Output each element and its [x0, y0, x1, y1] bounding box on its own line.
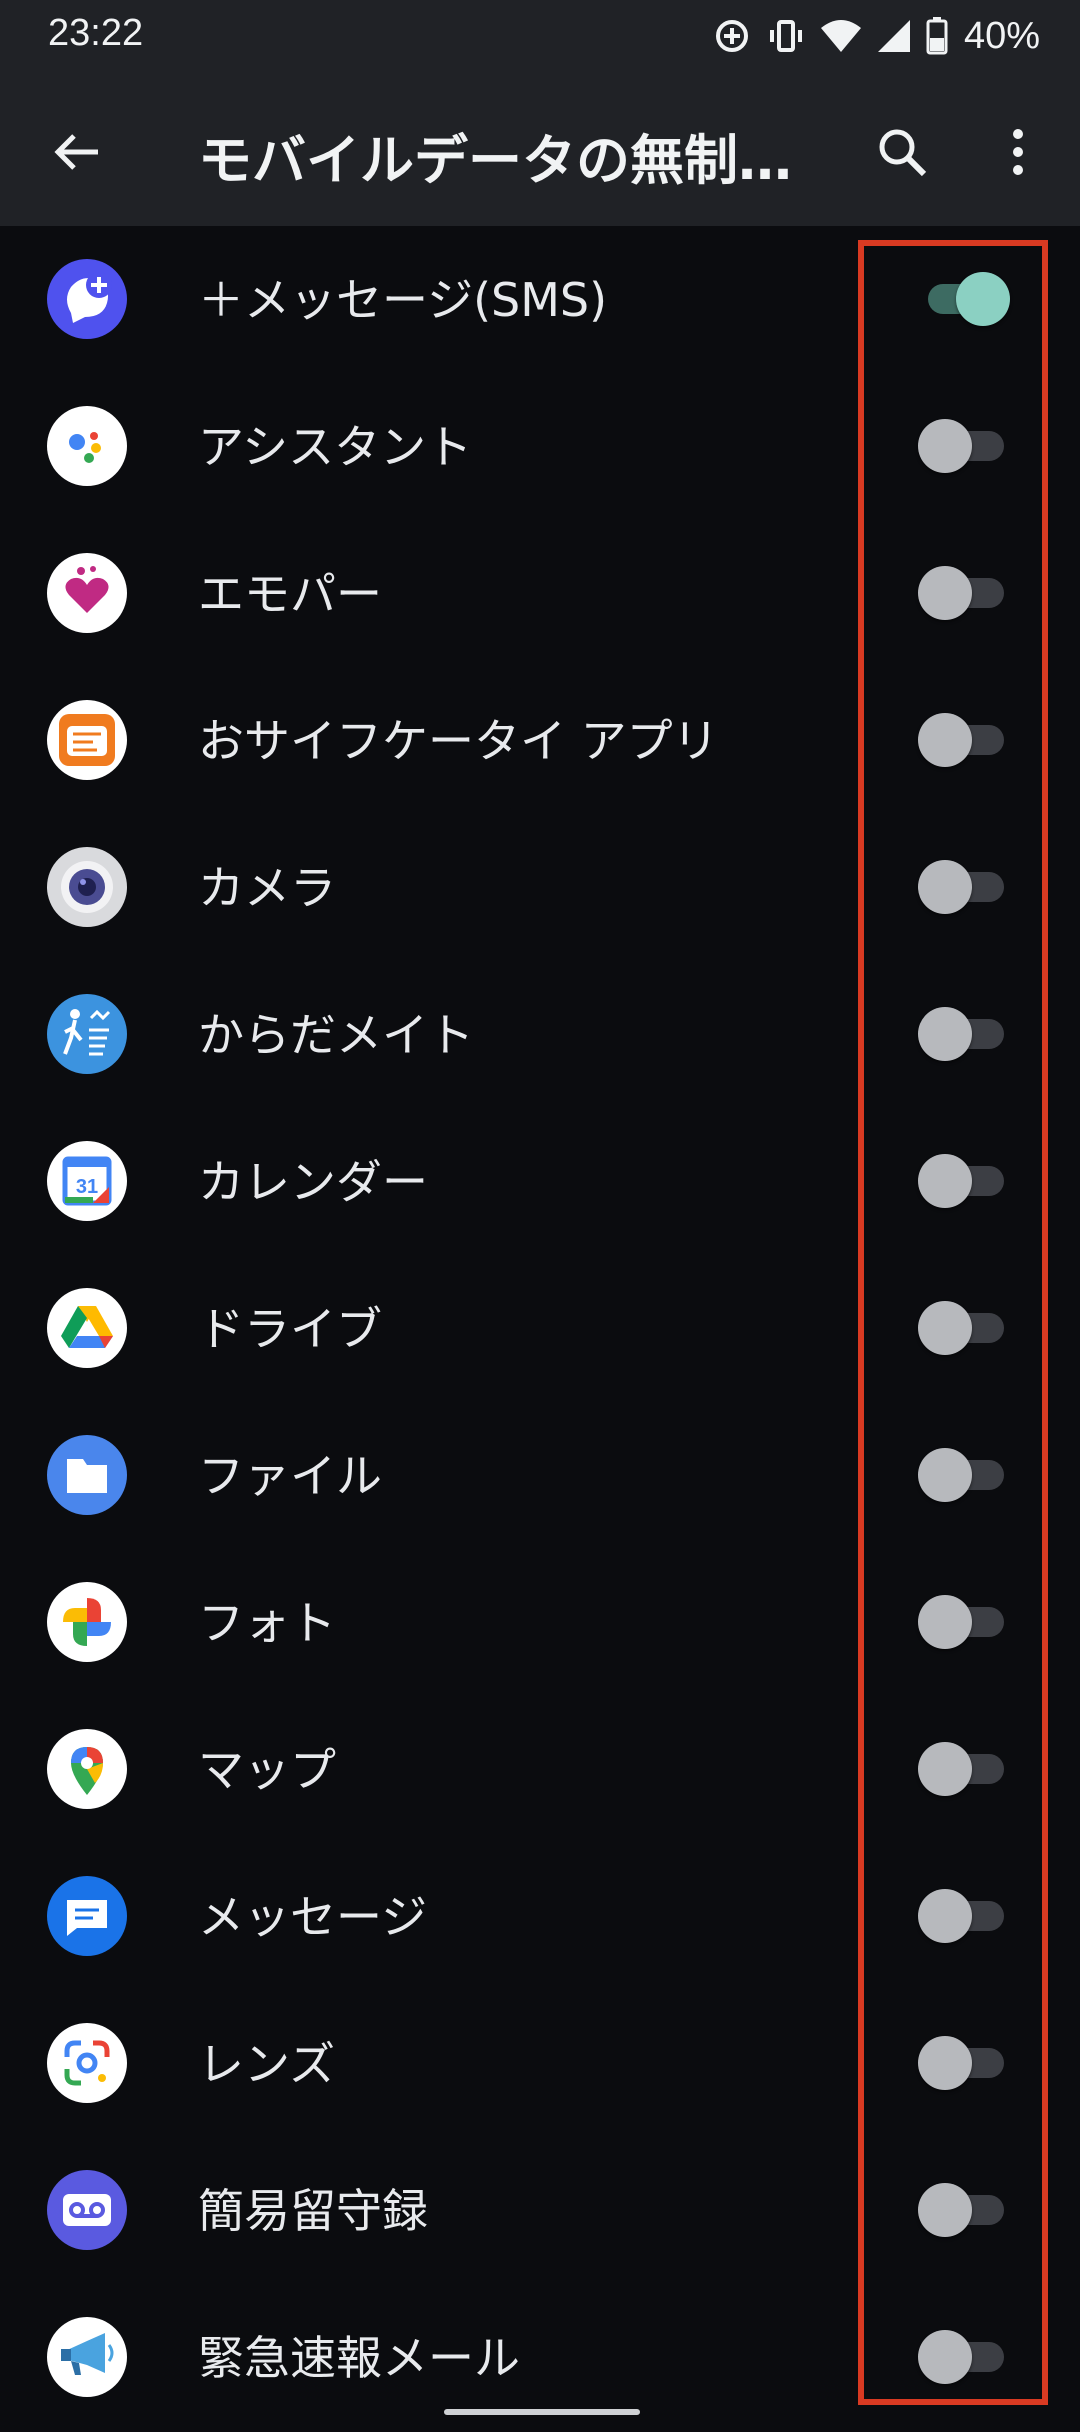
- photos-icon: [47, 1582, 127, 1662]
- home-indicator[interactable]: [444, 2409, 640, 2415]
- app-label: カメラ: [198, 861, 336, 915]
- emergency-alert-icon: [47, 2317, 127, 2397]
- app-label: カレンダー: [198, 1155, 428, 1209]
- maps-icon: [47, 1729, 127, 1809]
- calendar-icon: 31: [47, 1141, 127, 1221]
- battery-level: 40%: [963, 14, 1040, 57]
- page-title: モバイルデータの無制…: [198, 129, 792, 186]
- files-icon: [47, 1435, 127, 1515]
- voicemail-icon: [47, 2170, 127, 2250]
- app-label: ファイル: [198, 1449, 382, 1503]
- back-arrow-icon: [54, 134, 98, 170]
- karada-mate-icon: [47, 994, 127, 1074]
- camera-icon: [47, 847, 127, 927]
- app-label: マップ: [198, 1743, 336, 1797]
- app-label: ＋メッセージ(SMS): [198, 273, 608, 327]
- app-label: ドライブ: [198, 1302, 382, 1356]
- app-label: エモパー: [198, 567, 382, 621]
- calendar-day-label: 31: [76, 1176, 98, 1198]
- plus-message-icon: [47, 259, 127, 339]
- more-options-button[interactable]: [978, 112, 1058, 192]
- vibrate-icon: [769, 20, 802, 52]
- app-label: 緊急速報メール: [198, 2331, 520, 2385]
- back-button[interactable]: [36, 112, 116, 192]
- app-label: レンズ: [198, 2037, 336, 2091]
- status-bar: 23:22 40%: [0, 0, 1080, 72]
- app-label: フォト: [198, 1596, 336, 1650]
- app-label: アシスタント: [198, 420, 473, 474]
- assistant-icon: [47, 406, 127, 486]
- app-label: おサイフケータイ アプリ: [198, 714, 719, 768]
- search-icon: [879, 129, 927, 177]
- lens-icon: [47, 2023, 127, 2103]
- toggle-highlight-box: [858, 240, 1048, 2405]
- app-bar: モバイルデータの無制…: [0, 72, 1080, 226]
- data-saver-icon: [715, 20, 748, 52]
- more-vert-icon: [1013, 129, 1023, 175]
- battery-icon: [926, 17, 948, 55]
- status-icons: 40%: [712, 12, 1040, 60]
- osaifu-keitai-icon: [47, 700, 127, 780]
- app-label: メッセージ: [198, 1890, 428, 1944]
- emopa-icon: [47, 553, 127, 633]
- signal-icon: [877, 20, 910, 52]
- app-label: 簡易留守録: [198, 2184, 428, 2238]
- drive-icon: [47, 1288, 127, 1368]
- wifi-icon: [820, 20, 861, 52]
- messages-icon: [47, 1876, 127, 1956]
- status-time: 23:22: [48, 12, 144, 54]
- app-label: からだメイト: [198, 1008, 474, 1062]
- search-button[interactable]: [862, 112, 942, 192]
